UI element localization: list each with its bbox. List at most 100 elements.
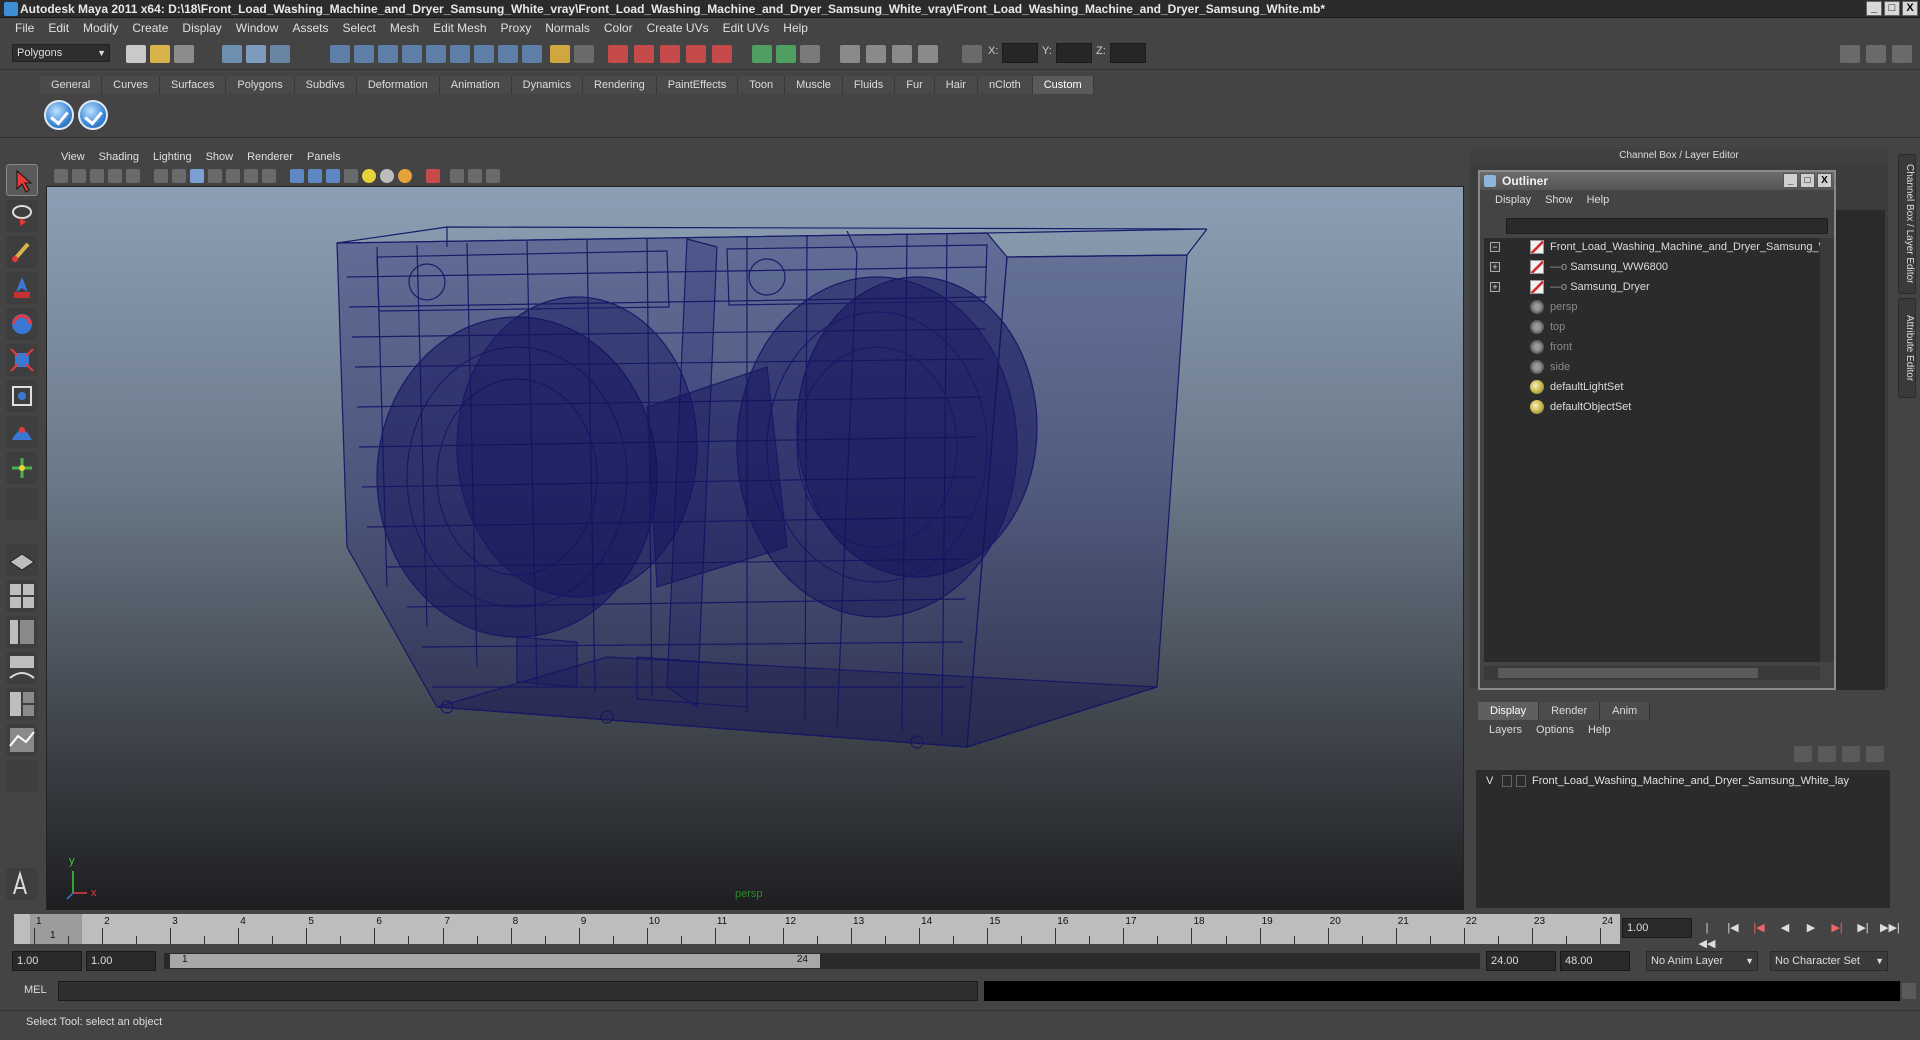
- shelf-tab-fur[interactable]: Fur: [895, 76, 935, 94]
- render-view-icon[interactable]: [712, 45, 732, 63]
- lock-icon[interactable]: [550, 45, 570, 63]
- time-slider-track[interactable]: 1 1 2 3 4 5 6 7 8 9 10 11 12 13 14 15 16 17 18 19 20 21 22 23 2…: [14, 914, 1620, 944]
- snap-curve-icon[interactable]: [354, 45, 374, 63]
- range-slider-thumb[interactable]: 1 24: [170, 954, 820, 968]
- open-scene-icon[interactable]: [150, 45, 170, 63]
- snap-view-plane-icon[interactable]: [402, 45, 422, 63]
- layer-tab-render[interactable]: Render: [1539, 702, 1601, 720]
- toolbox-options-icon[interactable]: [6, 760, 38, 792]
- attribute-editor-icon[interactable]: [800, 45, 820, 63]
- menu-normals[interactable]: Normals: [538, 21, 597, 35]
- custom-shelf-button-2[interactable]: [78, 100, 108, 130]
- universal-manipulator-icon[interactable]: [6, 380, 38, 412]
- outliner-item[interactable]: persp: [1530, 298, 1578, 316]
- side-tab-attribute-editor[interactable]: Attribute Editor: [1898, 298, 1916, 398]
- shelf-tab-hair[interactable]: Hair: [934, 76, 978, 94]
- layer-playback-toggle[interactable]: [1502, 775, 1512, 787]
- step-back-frame-icon[interactable]: |◀: [1750, 920, 1768, 936]
- shelf-tab-subdivs[interactable]: Subdivs: [294, 76, 357, 94]
- viewport-menu-panels[interactable]: Panels: [300, 151, 348, 163]
- frame-selection-icon[interactable]: [468, 169, 482, 183]
- select-object-icon[interactable]: [246, 45, 266, 63]
- step-forward-key-icon[interactable]: ▶|: [1854, 920, 1872, 936]
- outliner-item[interactable]: —o Samsung_WW6800: [1530, 258, 1668, 276]
- uv-editor-icon[interactable]: [918, 45, 938, 63]
- persp-outliner-layout-icon[interactable]: [6, 616, 38, 648]
- shelf-tab-general[interactable]: General: [40, 76, 103, 94]
- layer-tab-anim[interactable]: Anim: [1600, 702, 1651, 720]
- menu-display[interactable]: Display: [175, 21, 228, 35]
- animation-end-field[interactable]: 48.00: [1560, 951, 1630, 971]
- layer-menu-help[interactable]: Help: [1581, 724, 1618, 736]
- layer-tab-display[interactable]: Display: [1478, 702, 1540, 720]
- shelf-tab-fluids[interactable]: Fluids: [842, 76, 896, 94]
- layer-menu-layers[interactable]: Layers: [1482, 724, 1529, 736]
- menu-edit-uvs[interactable]: Edit UVs: [716, 21, 777, 35]
- command-input[interactable]: [58, 981, 978, 1001]
- current-time-field[interactable]: 1.00: [1622, 918, 1692, 938]
- xray-icon[interactable]: [244, 169, 258, 183]
- layer-visibility-toggle[interactable]: V: [1486, 772, 1493, 790]
- outliner-menu-help[interactable]: Help: [1580, 194, 1617, 206]
- menu-assets[interactable]: Assets: [285, 21, 335, 35]
- anim-layer-dropdown[interactable]: No Anim Layer ▼: [1646, 951, 1758, 971]
- minimize-button[interactable]: _: [1866, 1, 1882, 16]
- outliner-item[interactable]: side: [1530, 358, 1570, 376]
- channel-box-toggle-icon[interactable]: [1866, 45, 1886, 63]
- outliner-item[interactable]: defaultLightSet: [1530, 378, 1623, 396]
- menu-file[interactable]: File: [8, 21, 41, 35]
- four-view-layout-icon[interactable]: [6, 580, 38, 612]
- hypershade-icon[interactable]: [686, 45, 706, 63]
- tool-settings-icon[interactable]: [1892, 45, 1912, 63]
- shelf-tab-custom[interactable]: Custom: [1032, 76, 1094, 94]
- selection-constraint-icon[interactable]: [574, 45, 594, 63]
- layer-menu-options[interactable]: Options: [1529, 724, 1581, 736]
- expand-toggle-washer[interactable]: +: [1490, 262, 1500, 272]
- last-tool-icon[interactable]: [6, 488, 38, 520]
- perspective-viewport[interactable]: y x persp: [46, 186, 1464, 910]
- new-scene-icon[interactable]: [126, 45, 146, 63]
- menu-create[interactable]: Create: [125, 21, 175, 35]
- snap-grid-icon[interactable]: [330, 45, 350, 63]
- render-settings-icon[interactable]: [660, 45, 680, 63]
- menu-create-uvs[interactable]: Create UVs: [640, 21, 716, 35]
- mel-script-icon[interactable]: [6, 868, 38, 900]
- viewport-menu-renderer[interactable]: Renderer: [240, 151, 300, 163]
- outliner-filter-field[interactable]: [1506, 218, 1828, 234]
- script-editor-icon[interactable]: [1902, 983, 1916, 999]
- move-layer-down-icon[interactable]: [1818, 746, 1836, 762]
- render-current-icon[interactable]: [608, 45, 628, 63]
- show-hide-panel-icon[interactable]: [752, 45, 772, 63]
- shelf-tab-toon[interactable]: Toon: [738, 76, 786, 94]
- menu-edit-mesh[interactable]: Edit Mesh: [426, 21, 493, 35]
- flat-lights-icon[interactable]: [398, 169, 412, 183]
- question-icon[interactable]: [522, 45, 542, 63]
- outliner-item[interactable]: top: [1530, 318, 1565, 336]
- outliner-item[interactable]: defaultObjectSet: [1530, 398, 1631, 416]
- time-slider[interactable]: 1 1 2 3 4 5 6 7 8 9 10 11 12 13 14 15 16 17 18 19 20 21 22 23 2…: [0, 912, 1920, 950]
- play-backward-icon[interactable]: ◀: [1776, 920, 1794, 936]
- menu-mesh[interactable]: Mesh: [383, 21, 426, 35]
- shelf-tab-dynamics[interactable]: Dynamics: [511, 76, 583, 94]
- outliner-close-button[interactable]: X: [1817, 173, 1832, 188]
- menu-edit[interactable]: Edit: [41, 21, 76, 35]
- custom-shelf-button-1[interactable]: [44, 100, 74, 130]
- expand-toggle-root[interactable]: −: [1490, 242, 1500, 252]
- default-light-icon[interactable]: [362, 169, 376, 183]
- toggle-panel-icon[interactable]: [776, 45, 796, 63]
- hypershade-layout-icon[interactable]: [6, 688, 38, 720]
- use-all-lights-icon[interactable]: [308, 169, 322, 183]
- wireframe-on-shaded-icon[interactable]: [226, 169, 240, 183]
- new-layer-from-selection-icon[interactable]: [1866, 746, 1884, 762]
- modeling-toolkit-icon[interactable]: [840, 45, 860, 63]
- menu-window[interactable]: Window: [229, 21, 286, 35]
- input-ops-icon[interactable]: [450, 45, 470, 63]
- paint-select-tool-icon[interactable]: [6, 236, 38, 268]
- animation-start-field[interactable]: 1.00: [12, 951, 82, 971]
- lasso-tool-icon[interactable]: [6, 200, 38, 232]
- shelf-tab-surfaces[interactable]: Surfaces: [159, 76, 227, 94]
- outliner-item[interactable]: Front_Load_Washing_Machine_and_Dryer_Sam…: [1530, 238, 1829, 256]
- go-to-start-icon[interactable]: |◀◀: [1698, 920, 1716, 950]
- shelf-tab-muscle[interactable]: Muscle: [785, 76, 843, 94]
- shelf-tab-curves[interactable]: Curves: [102, 76, 160, 94]
